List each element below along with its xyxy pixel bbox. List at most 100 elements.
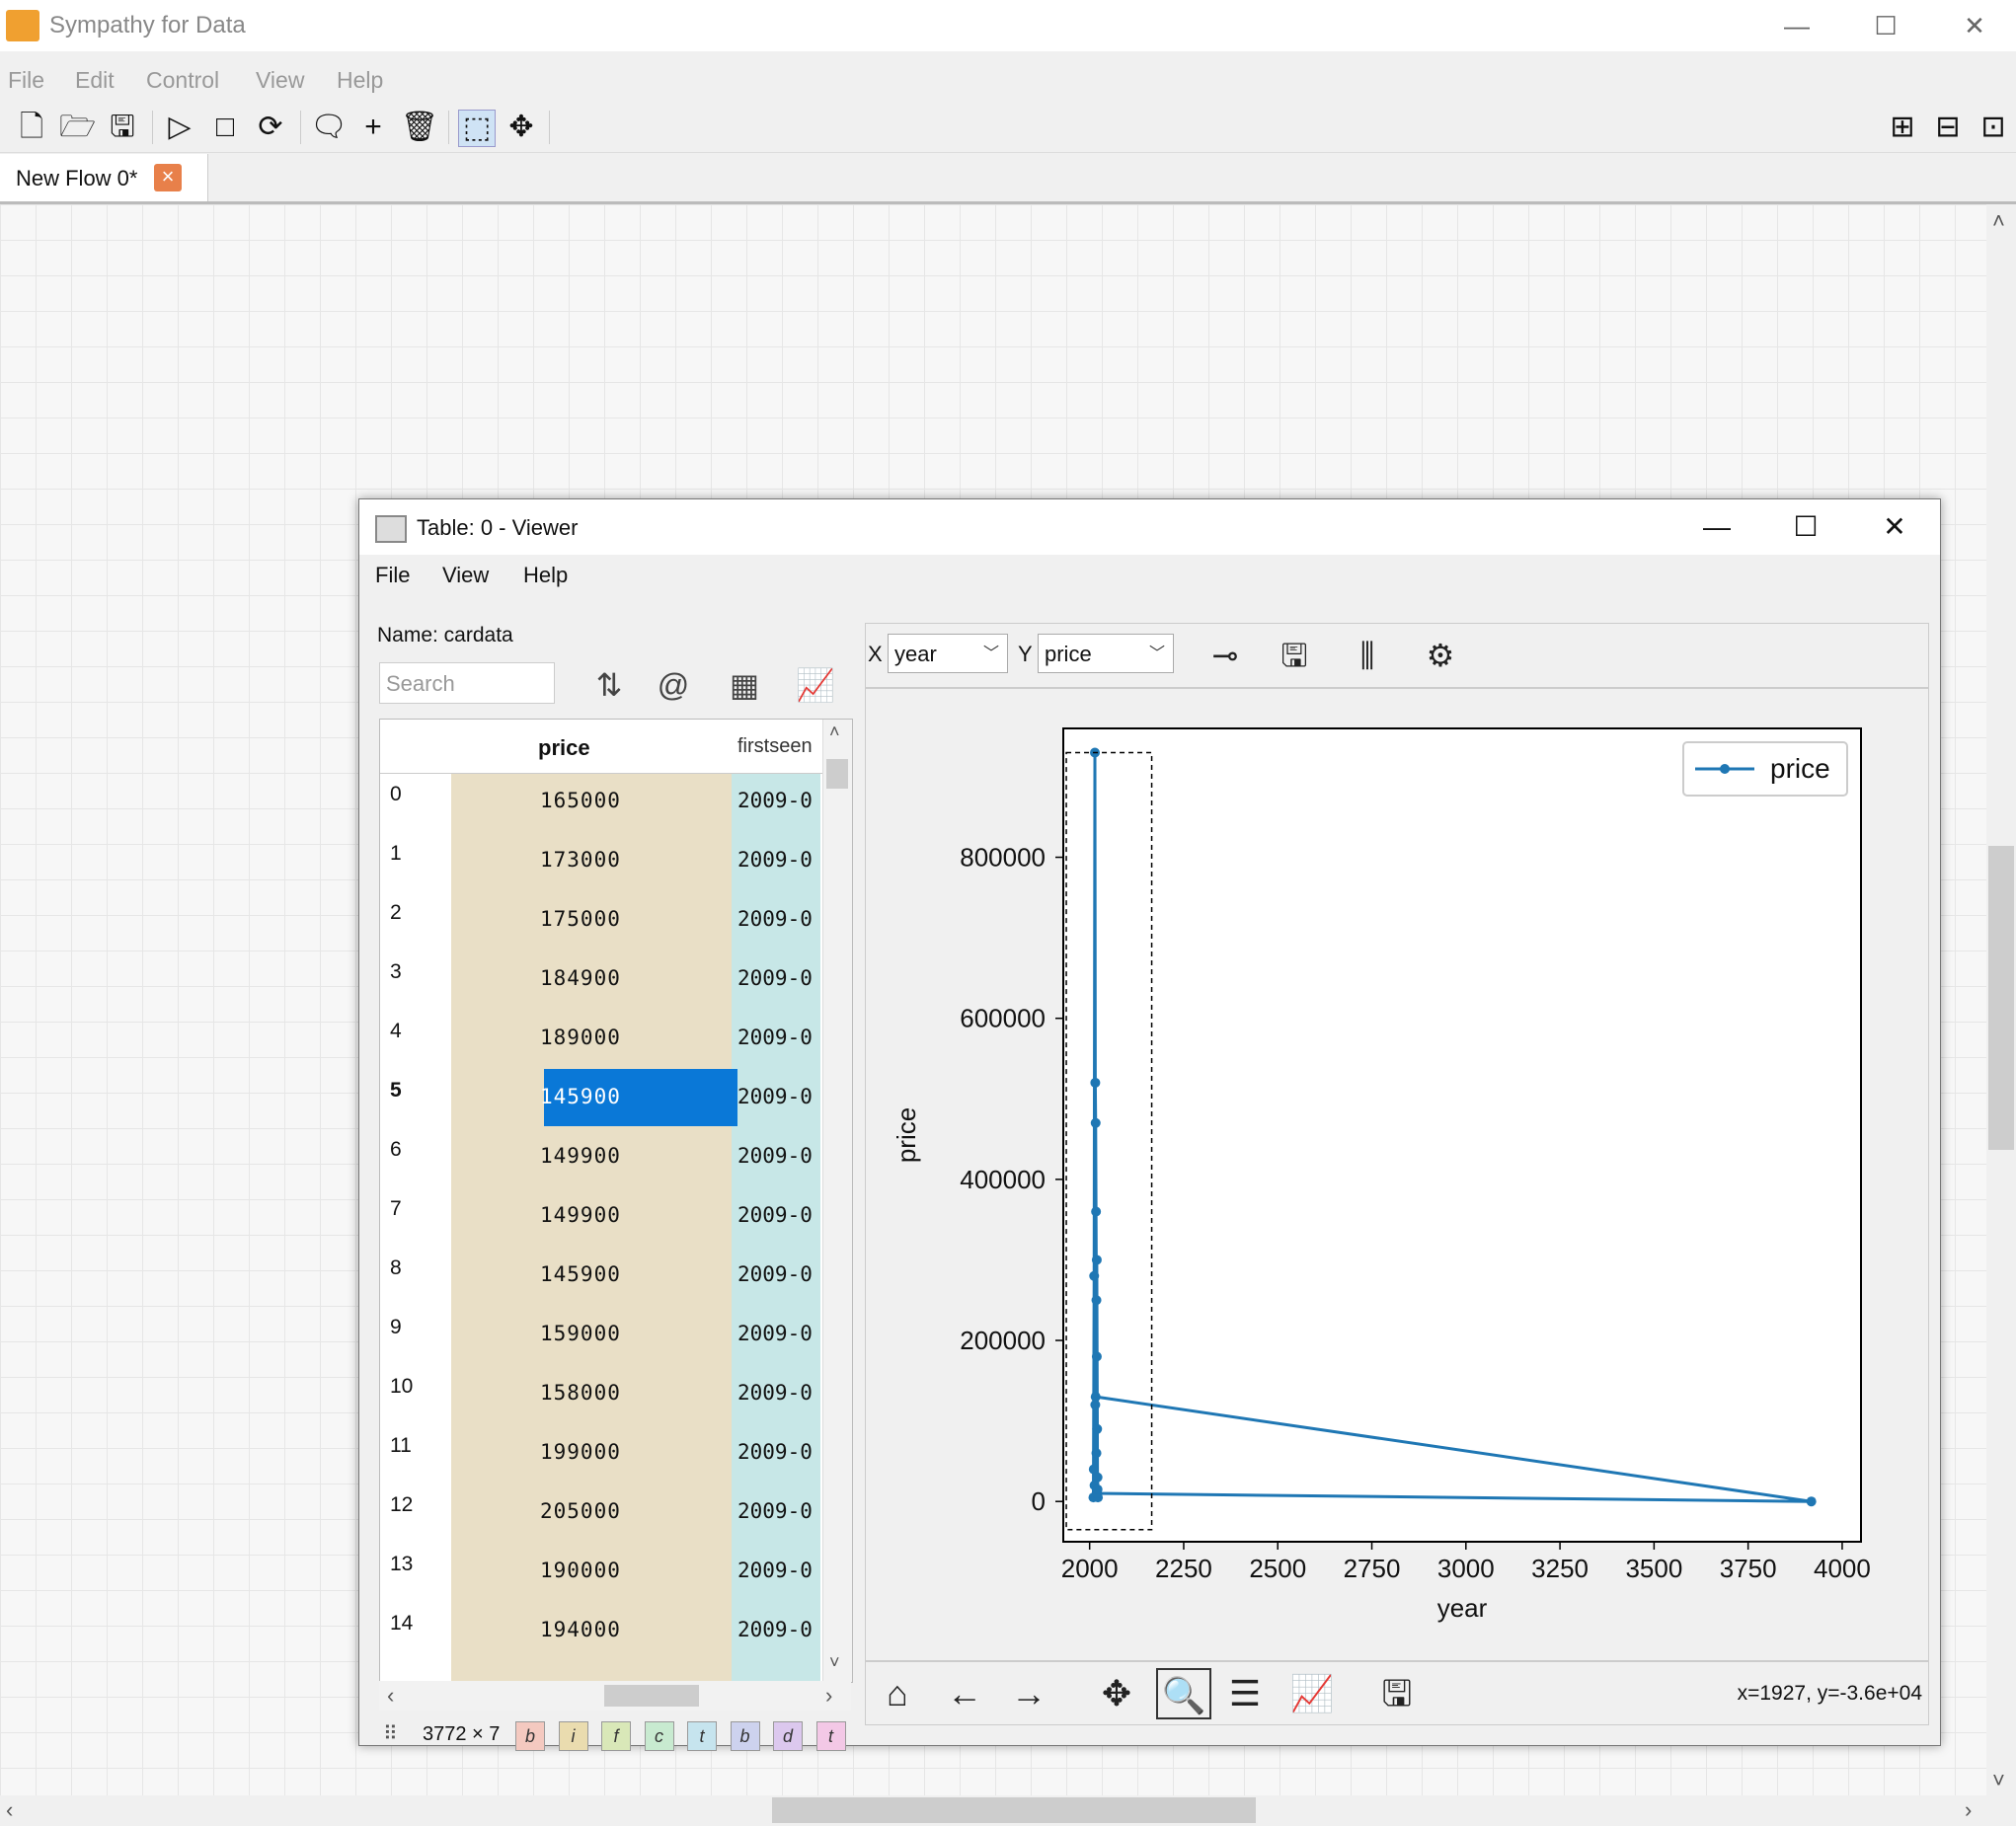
viewer-menu-help[interactable]: Help: [523, 563, 568, 588]
save-figure-icon[interactable]: 🖫: [1369, 1668, 1425, 1719]
delete-icon[interactable]: 🗑: [401, 110, 438, 145]
y-column-select[interactable]: price ﹀: [1038, 634, 1174, 673]
tab-new-flow[interactable]: New Flow 0* ×: [0, 154, 208, 201]
cell-firstseen[interactable]: 2009-0: [737, 848, 818, 872]
column-header-firstseen[interactable]: firstseen: [737, 735, 818, 758]
table-row[interactable]: 7 149900 2009-0: [380, 1187, 822, 1247]
column-type-badge[interactable]: b: [515, 1721, 545, 1751]
menu-edit[interactable]: Edit: [75, 67, 115, 94]
cell-price[interactable]: 194000: [540, 1618, 621, 1641]
table-row[interactable]: 6 149900 2009-0: [380, 1128, 822, 1187]
cell-price[interactable]: 145900: [540, 1262, 621, 1286]
x-column-select[interactable]: year ﹀: [888, 634, 1008, 673]
cell-firstseen[interactable]: 2009-0: [737, 907, 818, 931]
data-table[interactable]: price firstseen 0 165000 2009-0 1 173000 2009…: [379, 719, 853, 1683]
column-type-badge[interactable]: i: [558, 1721, 588, 1751]
new-file-icon[interactable]: 🗋: [14, 110, 49, 145]
close-button[interactable]: ✕: [1945, 6, 2004, 45]
column-type-badge[interactable]: c: [644, 1721, 674, 1751]
cell-price[interactable]: 149900: [540, 1144, 621, 1168]
canvas-vertical-scroll-thumb[interactable]: [1988, 846, 2014, 1150]
cell-price[interactable]: 165000: [540, 789, 621, 812]
line-style-icon[interactable]: ⊸: [1200, 632, 1251, 679]
zoom-icon[interactable]: 🔍: [1156, 1668, 1211, 1719]
home-icon[interactable]: ⌂: [870, 1668, 925, 1719]
cell-price[interactable]: 189000: [540, 1026, 621, 1049]
cell-firstseen[interactable]: 2009-0: [737, 1440, 818, 1464]
column-type-badge[interactable]: t: [687, 1721, 717, 1751]
cell-price[interactable]: 159000: [540, 1322, 621, 1345]
cell-firstseen[interactable]: 2009-0: [737, 966, 818, 990]
column-header-price[interactable]: price: [538, 735, 590, 761]
cell-price[interactable]: 205000: [540, 1499, 621, 1523]
search-input[interactable]: Search: [379, 662, 555, 704]
table-row[interactable]: 11 199000 2009-0: [380, 1424, 822, 1484]
maximize-button[interactable]: ☐: [1856, 6, 1915, 45]
table-row[interactable]: 13 190000 2009-0: [380, 1543, 822, 1602]
back-arrow-icon[interactable]: ←: [937, 1668, 992, 1719]
cell-price[interactable]: 175000: [540, 907, 621, 931]
cell-firstseen[interactable]: 2009-0: [737, 1559, 818, 1582]
table-row[interactable]: 8 145900 2009-0: [380, 1247, 822, 1306]
column-type-badge[interactable]: b: [730, 1721, 760, 1751]
minimize-button[interactable]: —: [1767, 6, 1826, 45]
cell-price[interactable]: 190000: [540, 1559, 621, 1582]
column-type-badge[interactable]: f: [601, 1721, 631, 1751]
settings-gear-icon[interactable]: ⚙: [1415, 632, 1466, 679]
viewer-close-button[interactable]: ✕: [1855, 503, 1934, 551]
histogram-icon[interactable]: ⫼: [1342, 632, 1393, 679]
cell-price[interactable]: 184900: [540, 966, 621, 990]
viewer-menu-view[interactable]: View: [442, 563, 489, 588]
plot-area[interactable]: 2000 2250 2500 2750 3000 3250 3500 3750 4000 0 200…: [866, 689, 1928, 1658]
table-row[interactable]: 14 194000 2009-0: [380, 1602, 822, 1661]
attributes-icon[interactable]: @: [649, 663, 698, 707]
run-icon[interactable]: ▷: [162, 110, 197, 145]
edit-axis-icon[interactable]: 📈: [1284, 1668, 1340, 1719]
menu-control[interactable]: Control: [146, 67, 219, 94]
tab-close-icon[interactable]: ×: [154, 164, 182, 191]
configure-subplots-icon[interactable]: ☰: [1217, 1668, 1273, 1719]
sort-icon[interactable]: ⇅: [584, 663, 634, 707]
table-row[interactable]: 3 184900 2009-0: [380, 951, 822, 1010]
cell-firstseen[interactable]: 2009-0: [737, 1203, 818, 1227]
stop-icon[interactable]: □: [207, 110, 243, 145]
menu-view[interactable]: View: [256, 67, 304, 94]
zoom-out-icon[interactable]: ⊟: [1930, 110, 1966, 145]
forward-arrow-icon[interactable]: →: [1001, 1668, 1056, 1719]
cell-firstseen[interactable]: 2009-0: [737, 1618, 818, 1641]
zoom-in-icon[interactable]: ⊞: [1885, 110, 1920, 145]
cell-price[interactable]: 149900: [540, 1203, 621, 1227]
reload-icon[interactable]: ⟳: [253, 110, 288, 145]
cell-price[interactable]: 173000: [540, 848, 621, 872]
open-folder-icon[interactable]: 🗁: [59, 110, 96, 145]
viewer-maximize-button[interactable]: ☐: [1766, 503, 1845, 551]
export-csv-icon[interactable]: 🖫: [1269, 632, 1320, 679]
table-row[interactable]: 12 205000 2009-0: [380, 1484, 822, 1543]
fit-icon[interactable]: ⊡: [1976, 110, 2011, 145]
calculator-icon[interactable]: ▦: [720, 663, 769, 707]
cell-price[interactable]: 145900: [540, 1085, 621, 1108]
table-vertical-scroll-thumb[interactable]: [826, 759, 848, 789]
table-row[interactable]: 2 175000 2009-0: [380, 891, 822, 951]
table-row[interactable]: 5 145900 2009-0: [380, 1069, 822, 1128]
menu-help[interactable]: Help: [337, 67, 383, 94]
pan-mode-icon[interactable]: ✥: [504, 110, 539, 145]
viewer-menu-file[interactable]: File: [375, 563, 410, 588]
add-icon[interactable]: +: [355, 110, 391, 145]
cell-price[interactable]: 199000: [540, 1440, 621, 1464]
pan-icon[interactable]: ✥: [1089, 1668, 1144, 1719]
cell-firstseen[interactable]: 2009-0: [737, 1262, 818, 1286]
cell-price[interactable]: 158000: [540, 1381, 621, 1405]
cell-firstseen[interactable]: 2009-0: [737, 1381, 818, 1405]
plot-toggle-icon[interactable]: 📈: [791, 663, 840, 707]
table-vertical-scrollbar[interactable]: ˄ ˅: [822, 720, 852, 1682]
cell-firstseen[interactable]: 2009-0: [737, 1322, 818, 1345]
cell-firstseen[interactable]: 2009-0: [737, 789, 818, 812]
select-mode-icon[interactable]: ⬚: [458, 110, 496, 147]
table-row[interactable]: 0 165000 2009-0: [380, 773, 822, 832]
menu-file[interactable]: File: [8, 67, 44, 94]
table-horizontal-scroll-thumb[interactable]: [604, 1685, 699, 1707]
viewer-minimize-button[interactable]: —: [1677, 503, 1756, 551]
cell-firstseen[interactable]: 2009-0: [737, 1144, 818, 1168]
table-horizontal-scrollbar[interactable]: ‹ ›: [379, 1681, 851, 1711]
